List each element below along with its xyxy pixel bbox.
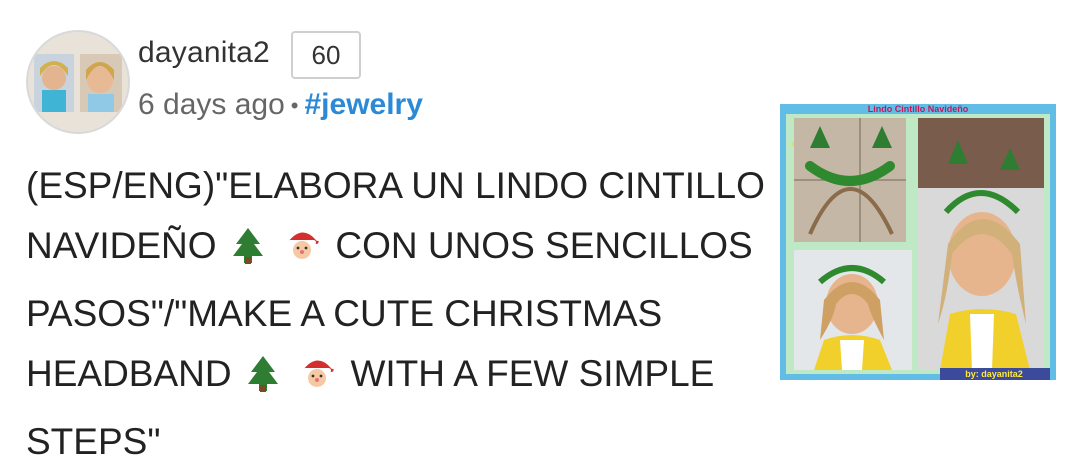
title-segment: HEADBAND bbox=[26, 353, 232, 394]
title-line: STEPS" bbox=[26, 421, 161, 462]
thumbnail-credit: by: dayanita2 bbox=[965, 369, 1023, 379]
title-line: PASOS"/"MAKE A CUTE CHRISTMAS bbox=[26, 293, 663, 334]
post-tag[interactable]: #jewelry bbox=[304, 88, 422, 121]
post-time[interactable]: 6 days ago bbox=[138, 88, 285, 121]
title-line: HEADBAND WITH A FEW SIMPLE bbox=[26, 344, 786, 412]
post-title[interactable]: (ESP/ENG)"ELABORA UN LINDO CINTILLO NAVI… bbox=[26, 156, 786, 472]
reputation-badge: 60 bbox=[291, 31, 361, 79]
santa-icon bbox=[297, 352, 337, 412]
author-name[interactable]: dayanita2 bbox=[138, 36, 270, 70]
post-thumbnail[interactable]: Lindo Cintillo Navideño by: dayanita2 bbox=[780, 104, 1056, 380]
christmas-tree-icon bbox=[245, 352, 281, 412]
santa-icon bbox=[282, 224, 322, 284]
avatar-photo bbox=[28, 32, 128, 132]
title-line: (ESP/ENG)"ELABORA UN LINDO CINTILLO bbox=[26, 165, 765, 206]
thumbnail-header: Lindo Cintillo Navideño bbox=[868, 104, 969, 114]
post-meta: 6 days ago • #jewelry bbox=[138, 88, 423, 122]
christmas-tree-icon bbox=[230, 224, 266, 284]
title-segment: WITH A FEW SIMPLE bbox=[350, 353, 715, 394]
thumbnail-collage: Lindo Cintillo Navideño by: dayanita2 bbox=[780, 104, 1056, 380]
title-segment: NAVIDEÑO bbox=[26, 225, 217, 266]
title-segment: CON UNOS SENCILLOS bbox=[335, 225, 753, 266]
author-avatar[interactable] bbox=[26, 30, 130, 134]
title-line: NAVIDEÑO CON UNOS SENCILLOS bbox=[26, 216, 786, 284]
meta-separator: • bbox=[290, 93, 299, 119]
